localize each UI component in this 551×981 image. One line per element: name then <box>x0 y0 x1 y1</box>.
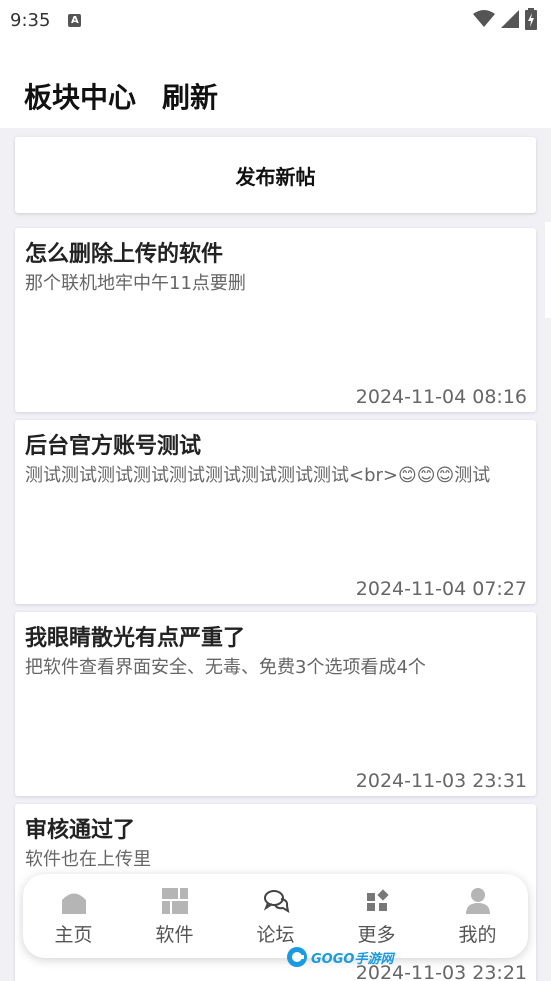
post-body: 把软件查看界面安全、无毒、免费3个选项看成4个 <box>25 657 426 678</box>
nav-item-more[interactable]: 更多 <box>332 886 422 947</box>
nav-item-software[interactable]: 软件 <box>130 886 220 947</box>
nav-item-home[interactable]: 主页 <box>29 886 119 947</box>
bottom-nav: 主页 软件 论坛 更多 我的 <box>23 874 528 958</box>
notification-badge: A <box>68 13 82 27</box>
user-icon <box>463 886 493 916</box>
status-bar: 9:35 A <box>0 0 551 40</box>
nav-label: 我的 <box>458 923 497 946</box>
publish-label: 发布新帖 <box>235 164 316 189</box>
nav-label: 软件 <box>155 923 194 946</box>
nav-item-forum[interactable]: 论坛 <box>231 886 321 947</box>
nav-label: 论坛 <box>256 923 295 946</box>
home-icon <box>59 886 89 916</box>
post-title: 后台官方账号测试 <box>25 434 202 459</box>
chat-icon <box>261 886 291 916</box>
refresh-button[interactable]: 刷新 <box>162 76 218 116</box>
post-card[interactable]: 我眼睛散光有点严重了 把软件查看界面安全、无毒、免费3个选项看成4个 2024-… <box>15 612 536 796</box>
post-body: 那个联机地牢中午11点要删 <box>25 273 246 294</box>
gogo-logo-icon <box>287 947 307 967</box>
post-card[interactable]: 怎么删除上传的软件 那个联机地牢中午11点要删 2024-11-04 08:16 <box>15 228 536 412</box>
nav-item-profile[interactable]: 我的 <box>433 886 523 947</box>
watermark-text: GOGO手游网 <box>311 951 394 967</box>
post-time: 2024-11-04 08:16 <box>355 386 527 408</box>
status-icons <box>473 8 537 30</box>
post-card[interactable]: 后台官方账号测试 测试测试测试测试测试测试测试测试测试<br>😊😊😊测试 202… <box>15 420 536 604</box>
nav-label: 更多 <box>357 923 396 946</box>
status-time: 9:35 <box>10 9 51 31</box>
grid-icon <box>160 886 190 916</box>
post-title: 怎么删除上传的软件 <box>25 242 224 267</box>
post-title: 审核通过了 <box>25 818 136 843</box>
watermark: GOGO手游网 <box>286 946 393 968</box>
more-icon <box>362 886 392 916</box>
header: 板块中心 刷新 <box>0 40 551 128</box>
wifi-icon <box>473 10 495 27</box>
post-time: 2024-11-04 07:27 <box>355 578 527 600</box>
nav-label: 主页 <box>54 923 93 946</box>
battery-icon <box>525 8 537 30</box>
screen: 9:35 A 板块中心 刷新 发布新帖 怎么删除上传的软件 那个联机地牢中午11… <box>0 0 551 981</box>
publish-new-post-button[interactable]: 发布新帖 <box>15 137 536 213</box>
post-body: 软件也在上传里 <box>25 849 151 870</box>
signal-icon <box>501 10 519 28</box>
scrollbar[interactable] <box>545 222 551 318</box>
post-body: 测试测试测试测试测试测试测试测试测试<br>😊😊😊测试 <box>25 465 491 486</box>
page-title: 板块中心 <box>24 81 137 114</box>
post-time: 2024-11-03 23:31 <box>355 770 527 792</box>
post-title: 我眼睛散光有点严重了 <box>25 626 246 651</box>
